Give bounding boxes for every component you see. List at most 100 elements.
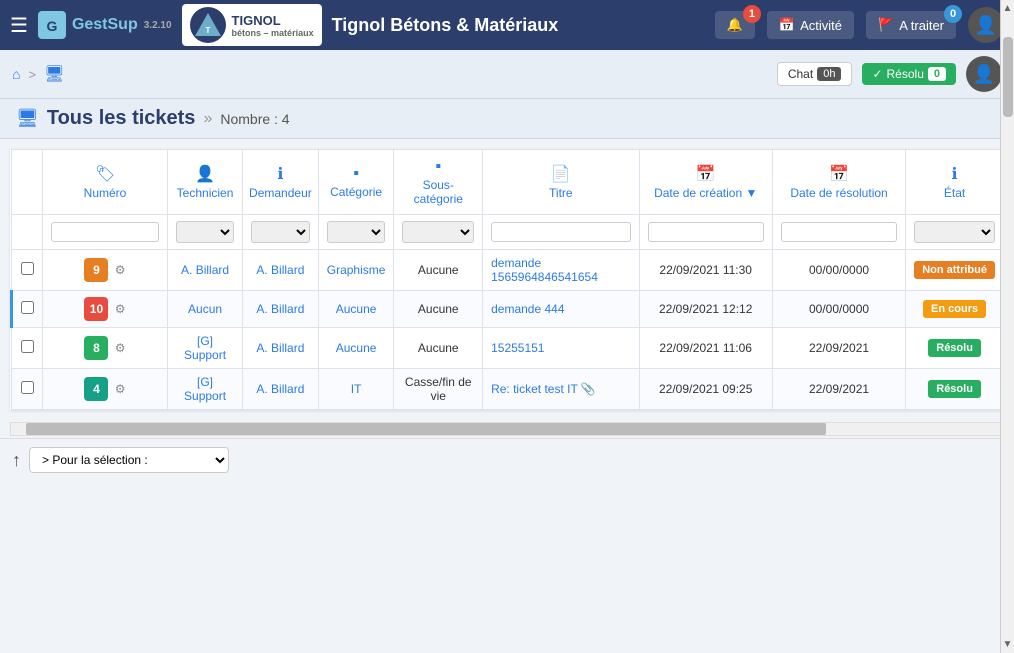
a-traiter-badge: 0 (944, 5, 962, 23)
a-traiter-button[interactable]: 🚩 A traiter 0 (866, 11, 956, 39)
table-row[interactable]: 8 ⚙ [G] Support A. Billard Aucune Aucune… (12, 328, 1004, 369)
th-technicien[interactable]: 👤 Technicien (168, 150, 243, 215)
th-date-creation[interactable]: 📅 Date de création ▼ (639, 150, 772, 215)
row-titre-cell[interactable]: demande 444 (483, 291, 639, 328)
ticket-number-badge: 9 (84, 258, 108, 282)
scroll-up-icon[interactable]: ↑ (12, 450, 21, 471)
calendar-creation-icon: 📅 (646, 164, 766, 184)
breadcrumb-sep-1: > (28, 67, 36, 82)
resolved-box: ✓ Résolu 0 (862, 63, 956, 85)
gear-icon: ⚙ (115, 341, 126, 355)
filter-etat-cell (906, 215, 1004, 250)
filter-categorie-select[interactable] (327, 221, 386, 243)
row-titre-cell[interactable]: 15255151 (483, 328, 639, 369)
ticket-number-badge: 8 (84, 336, 108, 360)
category-icon: ▪ (325, 165, 388, 183)
row-checkbox[interactable] (21, 262, 34, 275)
tignol-logo-icon: T (191, 8, 225, 42)
gear-icon: ⚙ (115, 302, 126, 316)
home-icon[interactable]: ⌂ (12, 66, 20, 82)
horizontal-scrollbar[interactable] (10, 422, 1004, 436)
activite-button[interactable]: 📅 Activité (767, 11, 854, 39)
row-titre-cell[interactable]: Re: ticket test IT 📎 (483, 369, 639, 410)
ticket-list-icon[interactable]: 🖥 (44, 64, 64, 84)
filter-demandeur-select[interactable] (251, 221, 310, 243)
ticket-count: Nombre : 4 (220, 111, 289, 127)
table-row[interactable]: 10 ⚙ Aucun A. Billard Aucune Aucune dema… (12, 291, 1004, 328)
app-brand: G GestSup 3.2.10 (38, 11, 172, 39)
page-title-icon: 🖥 (16, 108, 39, 129)
chat-label: Chat (788, 67, 813, 81)
row-checkbox-cell (12, 328, 43, 369)
filter-numero-input[interactable] (51, 222, 159, 242)
scroll-down-arrow[interactable]: ▼ (1000, 636, 1014, 653)
resolved-count: 0 (928, 67, 946, 81)
notifications-button[interactable]: 🔔 1 (715, 11, 755, 39)
row-technicien-cell[interactable]: [G] Support (168, 369, 243, 410)
page-title-bar: 🖥 Tous les tickets » Nombre : 4 (0, 99, 1014, 139)
row-checkbox-cell (12, 250, 43, 291)
filter-date-resolution-cell (772, 215, 905, 250)
row-categorie-cell[interactable]: Aucune (318, 328, 394, 369)
row-demandeur-cell[interactable]: A. Billard (243, 291, 319, 328)
filter-etat-select[interactable] (914, 221, 995, 243)
table-body: 9 ⚙ A. Billard A. Billard Graphisme Aucu… (12, 250, 1004, 410)
th-numero-label: Numéro (84, 186, 127, 200)
row-date-creation-cell: 22/09/2021 11:06 (639, 328, 772, 369)
row-titre-cell[interactable]: demande 1565964846541654 (483, 250, 639, 291)
th-titre[interactable]: 📄 Titre (483, 150, 639, 215)
filter-date-resolution-input[interactable] (781, 222, 897, 242)
row-checkbox[interactable] (21, 340, 34, 353)
selection-action-select[interactable]: > Pour la sélection : (29, 447, 229, 473)
row-date-resolution-cell: 22/09/2021 (772, 369, 905, 410)
tickets-table: 🏷 Numéro 👤 Technicien ℹ Demandeur ▪ Caté… (10, 149, 1004, 410)
table-header-row: 🏷 Numéro 👤 Technicien ℹ Demandeur ▪ Caté… (12, 150, 1004, 215)
row-checkbox[interactable] (21, 381, 34, 394)
row-numero-cell: 10 ⚙ (43, 291, 168, 328)
ticket-number-badge: 10 (84, 297, 108, 321)
th-demandeur[interactable]: ℹ Demandeur (243, 150, 319, 215)
hamburger-menu[interactable]: ☰ (10, 13, 28, 38)
main-content: 🏷 Numéro 👤 Technicien ℹ Demandeur ▪ Caté… (0, 139, 1014, 420)
table-row[interactable]: 9 ⚙ A. Billard A. Billard Graphisme Aucu… (12, 250, 1004, 291)
filter-titre-input[interactable] (491, 222, 630, 242)
row-technicien-cell[interactable]: [G] Support (168, 328, 243, 369)
th-sous-categorie[interactable]: ▪ Sous-catégorie (394, 150, 483, 215)
company-brand: TIGNOL (232, 13, 314, 28)
row-demandeur-cell[interactable]: A. Billard (243, 250, 319, 291)
row-checkbox[interactable] (21, 301, 34, 314)
scroll-up-arrow[interactable]: ▲ (1000, 0, 1014, 17)
time-value: 0h (817, 67, 841, 81)
table-row[interactable]: 4 ⚙ [G] Support A. Billard IT Casse/fin … (12, 369, 1004, 410)
filter-sous-categorie-select[interactable] (402, 221, 474, 243)
filter-date-creation-input[interactable] (648, 222, 764, 242)
scrollbar-thumb[interactable] (1003, 37, 1013, 117)
th-categorie[interactable]: ▪ Catégorie (318, 150, 394, 215)
th-etat[interactable]: ℹ État (906, 150, 1004, 215)
row-categorie-cell[interactable]: IT (318, 369, 394, 410)
row-date-resolution-cell: 00/00/0000 (772, 291, 905, 328)
row-technicien-cell[interactable]: A. Billard (168, 250, 243, 291)
vertical-scrollbar[interactable]: ▲ ▼ (1000, 0, 1014, 653)
row-categorie-cell[interactable]: Aucune (318, 291, 394, 328)
filter-technicien-select[interactable] (176, 221, 234, 243)
th-titre-label: Titre (549, 186, 573, 200)
th-checkbox (12, 150, 43, 215)
check-icon: ✓ (872, 67, 882, 81)
user-avatar-subheader[interactable]: 👤 (966, 56, 1002, 92)
th-date-resolution[interactable]: 📅 Date de résolution (772, 150, 905, 215)
filter-technicien-cell (168, 215, 243, 250)
row-demandeur-cell[interactable]: A. Billard (243, 369, 319, 410)
etat-icon: ℹ (912, 164, 997, 184)
filter-numero-cell (43, 215, 168, 250)
row-technicien-cell[interactable]: Aucun (168, 291, 243, 328)
th-numero[interactable]: 🏷 Numéro (43, 150, 168, 215)
user-icon: 👤 (174, 164, 236, 184)
a-traiter-label: A traiter (899, 18, 944, 33)
row-categorie-cell[interactable]: Graphisme (318, 250, 394, 291)
tag-icon: 🏷 (49, 164, 161, 184)
row-checkbox-cell (12, 369, 43, 410)
row-demandeur-cell[interactable]: A. Billard (243, 328, 319, 369)
row-date-resolution-cell: 00/00/0000 (772, 250, 905, 291)
company-name: Tignol Bétons & Matériaux (332, 15, 705, 36)
